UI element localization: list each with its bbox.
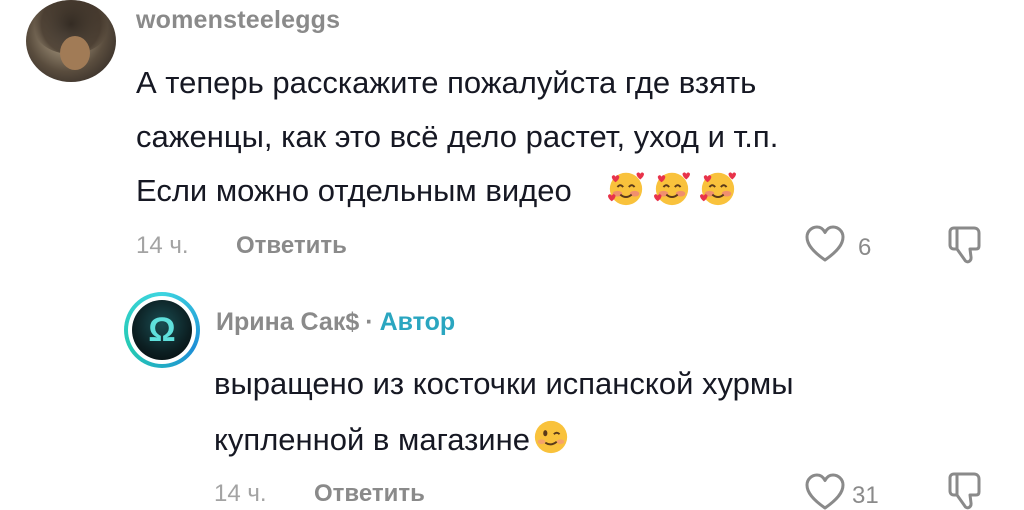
reply-button[interactable]: Ответить [314, 480, 425, 508]
comment-username[interactable]: Ирина Сак$ [216, 308, 359, 336]
smiling-face-with-hearts-icon [653, 172, 691, 206]
comment-timestamp: 14 ч. [136, 232, 189, 259]
avatar[interactable] [26, 0, 116, 82]
heart-icon[interactable] [804, 224, 846, 264]
smiling-face-with-hearts-icon [607, 172, 645, 206]
author-badge: Автор [379, 308, 456, 336]
thumbs-down-icon[interactable] [944, 224, 988, 268]
comment-line: купленной в магазине [214, 412, 914, 468]
like-count: 6 [858, 234, 872, 261]
comment-line: саженцы, как это всё дело растет, уход и… [136, 119, 779, 154]
comment-line-text: купленной в магазине [214, 422, 530, 457]
comment-line: выращено из косточки испанской хурмы [214, 366, 794, 401]
thumbs-down-icon[interactable] [944, 470, 988, 510]
comment-line: А теперь расскажите пожалуйста где взять [136, 65, 757, 100]
like-count: 31 [852, 482, 879, 509]
reply-username-row: Ирина Сак$ · Автор [216, 308, 455, 337]
comment-text: А теперь расскажите пожалуйста где взять… [136, 56, 856, 218]
comments-panel: womensteeleggs А теперь расскажите пожал… [0, 0, 1024, 510]
comment-line-text: Если можно отдельным видео [136, 173, 572, 208]
avatar[interactable]: Ω [124, 292, 200, 368]
separator: · [365, 308, 374, 336]
smiling-face-with-hearts-icon [699, 172, 737, 206]
comment-username[interactable]: womensteeleggs [136, 6, 340, 35]
comment-text: выращено из косточки испанской хурмы куп… [214, 356, 914, 468]
winking-face-icon [534, 420, 568, 454]
omega-icon: Ω [132, 300, 192, 360]
comment-line: Если можно отдельным видео [136, 164, 856, 218]
reply-button[interactable]: Ответить [236, 232, 347, 260]
comment-timestamp: 14 ч. [214, 480, 267, 507]
heart-icon[interactable] [804, 472, 846, 510]
